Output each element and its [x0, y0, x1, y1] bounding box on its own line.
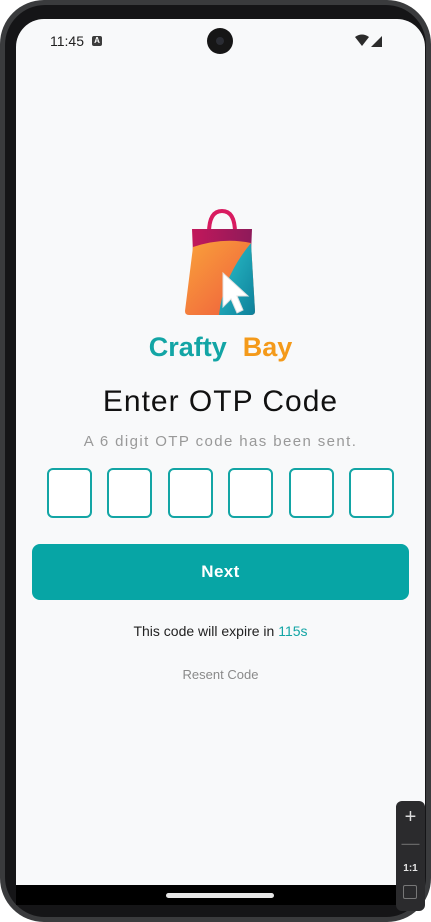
- notification-icon: A: [92, 36, 102, 46]
- page-subtitle: A 6 digit OTP code has been sent.: [83, 433, 358, 450]
- device-frame: 11:45 A Crafty Bay Enter OTP Code A 6 di…: [0, 0, 431, 922]
- otp-digit-1[interactable]: [47, 468, 92, 518]
- otp-digit-6[interactable]: [349, 468, 394, 518]
- fit-screen-icon[interactable]: [403, 885, 417, 899]
- resend-code-link[interactable]: Resent Code: [16, 667, 425, 682]
- otp-digit-5[interactable]: [289, 468, 334, 518]
- brand-name: Crafty Bay: [16, 332, 425, 363]
- crafty-bay-logo: [185, 208, 255, 315]
- countdown-timer: 115s: [278, 623, 308, 639]
- otp-digit-3[interactable]: [168, 468, 213, 518]
- zoom-out-button[interactable]: —: [396, 831, 425, 855]
- status-icons: [355, 34, 382, 47]
- emulator-zoom-controls: + — 1:1: [396, 801, 425, 911]
- actual-size-button[interactable]: 1:1: [396, 859, 425, 879]
- expire-notice: This code will expire in 115s: [16, 623, 425, 639]
- device-bezel: 11:45 A Crafty Bay Enter OTP Code A 6 di…: [5, 5, 426, 917]
- page-title: Enter OTP Code: [102, 385, 339, 418]
- zoom-in-button[interactable]: +: [396, 805, 425, 829]
- brand-word-1: Crafty: [148, 332, 227, 362]
- home-gesture-handle[interactable]: [166, 893, 274, 898]
- wifi-icon: [355, 34, 369, 46]
- otp-digit-2[interactable]: [107, 468, 152, 518]
- otp-input-row: [47, 468, 395, 518]
- front-camera: [207, 28, 233, 54]
- next-button[interactable]: Next: [32, 544, 409, 600]
- status-time: 11:45: [50, 33, 84, 49]
- app-screen: 11:45 A Crafty Bay Enter OTP Code A 6 di…: [16, 19, 425, 905]
- otp-digit-4[interactable]: [228, 468, 273, 518]
- navigation-bar: [16, 885, 425, 905]
- status-bar: 11:45 A: [16, 19, 425, 63]
- cell-signal-icon: [371, 36, 382, 47]
- brand-word-2: Bay: [242, 332, 293, 362]
- expire-text: This code will expire in: [133, 623, 279, 639]
